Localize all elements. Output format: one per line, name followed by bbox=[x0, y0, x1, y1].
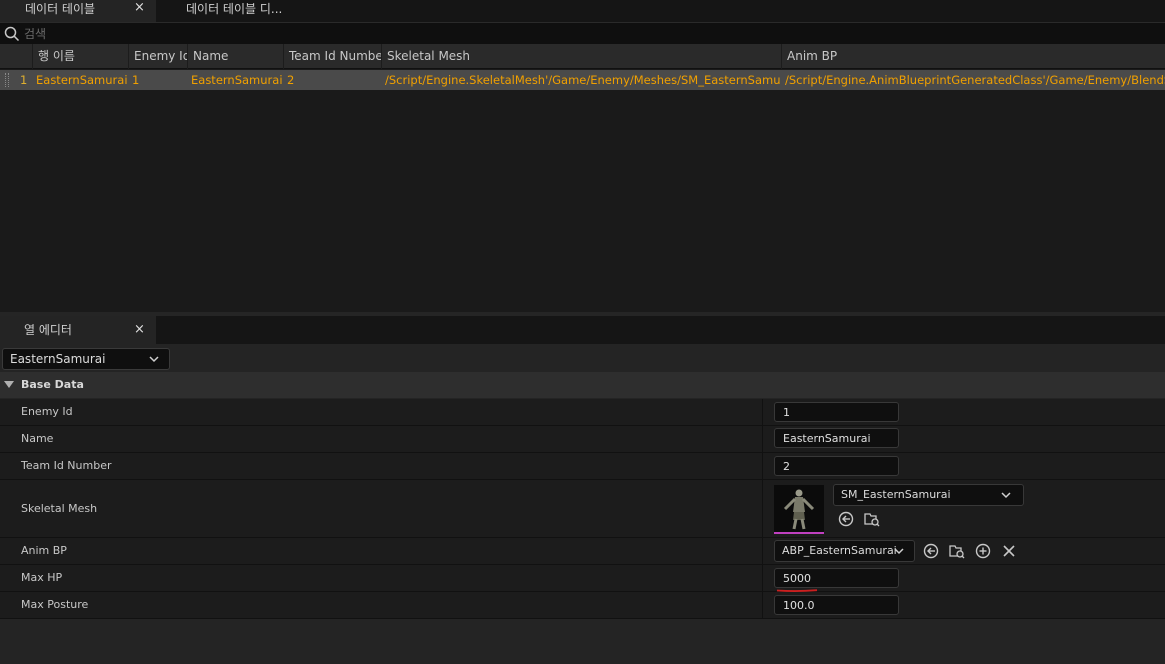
property-label: Name bbox=[21, 432, 54, 445]
column-header-enemy-id[interactable]: Enemy Id bbox=[128, 44, 187, 69]
row-editor-panel: EasternSamurai Base Data Enemy Id Name T… bbox=[0, 344, 1165, 664]
team-id-field[interactable] bbox=[774, 456, 899, 476]
column-header-anim-bp[interactable]: Anim BP bbox=[781, 44, 1165, 69]
max-posture-field[interactable] bbox=[774, 595, 899, 615]
row-editor-tab-strip: 열 에디터 × bbox=[0, 316, 1165, 344]
table-header: 행 이름 Enemy Id Name Team Id Number Skelet… bbox=[0, 44, 1165, 69]
skeletal-mesh-value: SM_EasternSamurai bbox=[841, 488, 951, 501]
chevron-down-icon bbox=[1001, 492, 1011, 499]
property-label: Team Id Number bbox=[21, 459, 112, 472]
clear-icon[interactable] bbox=[1001, 543, 1017, 559]
cell-name: EasternSamurai bbox=[191, 73, 283, 87]
cell-anim-bp: /Script/Engine.AnimBlueprintGeneratedCla… bbox=[785, 73, 1165, 87]
column-header-team-id[interactable]: Team Id Number bbox=[283, 44, 381, 69]
max-hp-field[interactable] bbox=[774, 568, 899, 588]
property-label: Skeletal Mesh bbox=[21, 502, 98, 515]
tab-data-table-details-label: 데이터 테이블 디... bbox=[186, 2, 283, 16]
search-icon bbox=[4, 26, 20, 42]
cell-row-name: EasternSamurai bbox=[36, 73, 128, 87]
enemy-id-field[interactable] bbox=[774, 402, 899, 422]
browse-icon[interactable] bbox=[864, 511, 880, 527]
cell-enemy-id: 1 bbox=[132, 73, 140, 87]
tab-data-table-details[interactable]: 데이터 테이블 디... bbox=[186, 0, 346, 22]
table-row[interactable]: 1 EasternSamurai 1 EasternSamurai 2 /Scr… bbox=[0, 70, 1165, 90]
collapse-arrow-icon[interactable] bbox=[4, 381, 14, 388]
row-name-dropdown[interactable]: EasternSamurai bbox=[2, 348, 170, 370]
property-row-max-posture: Max Posture bbox=[0, 592, 1165, 619]
property-row-team-id: Team Id Number bbox=[0, 453, 1165, 480]
property-row-max-hp: Max HP bbox=[0, 565, 1165, 592]
use-selected-icon[interactable] bbox=[923, 543, 939, 559]
use-selected-icon[interactable] bbox=[838, 511, 854, 527]
property-label: Max Posture bbox=[21, 598, 89, 611]
divider bbox=[762, 565, 763, 591]
document-tab-strip: 데이터 테이블 × 데이터 테이블 디... bbox=[0, 0, 1165, 22]
divider bbox=[762, 480, 763, 537]
row-index: 1 bbox=[20, 73, 28, 87]
divider bbox=[762, 399, 763, 425]
skeletal-mesh-picker[interactable]: SM_EasternSamurai bbox=[833, 484, 1024, 506]
column-header-skeletal-mesh[interactable]: Skeletal Mesh bbox=[381, 44, 781, 69]
chevron-down-icon bbox=[149, 356, 159, 363]
browse-icon[interactable] bbox=[949, 543, 965, 559]
property-label: Enemy Id bbox=[21, 405, 73, 418]
row-name-dropdown-value: EasternSamurai bbox=[10, 352, 106, 366]
property-row-enemy-id: Enemy Id bbox=[0, 399, 1165, 426]
divider bbox=[762, 538, 763, 564]
tab-data-table[interactable]: 데이터 테이블 bbox=[0, 0, 156, 22]
red-annotation-underline bbox=[776, 589, 818, 592]
data-table: 행 이름 Enemy Id Name Team Id Number Skelet… bbox=[0, 44, 1165, 312]
close-icon[interactable]: × bbox=[134, 322, 145, 337]
cell-skeletal-mesh: /Script/Engine.SkeletalMesh'/Game/Enemy/… bbox=[385, 73, 781, 87]
column-header-index bbox=[0, 44, 16, 69]
anim-bp-picker[interactable]: ABP_EasternSamurai bbox=[774, 540, 915, 562]
mesh-thumbnail[interactable] bbox=[774, 485, 824, 534]
tab-row-editor-label: 열 에디터 bbox=[24, 323, 72, 337]
property-label: Max HP bbox=[21, 571, 63, 584]
tab-data-table-label: 데이터 테이블 bbox=[25, 2, 96, 16]
divider bbox=[762, 453, 763, 479]
row-drag-handle[interactable] bbox=[5, 73, 9, 87]
divider bbox=[762, 592, 763, 618]
divider bbox=[762, 426, 763, 452]
section-title: Base Data bbox=[21, 378, 84, 391]
search-bar bbox=[0, 22, 1165, 44]
character-thumbnail-image bbox=[783, 489, 815, 530]
name-field[interactable] bbox=[774, 428, 899, 448]
chevron-down-icon bbox=[894, 548, 904, 555]
cell-team-id: 2 bbox=[287, 73, 295, 87]
close-icon[interactable]: × bbox=[134, 0, 145, 15]
column-header-name[interactable]: Name bbox=[187, 44, 283, 69]
property-row-anim-bp: Anim BP ABP_EasternSamurai bbox=[0, 538, 1165, 565]
anim-bp-value: ABP_EasternSamurai bbox=[782, 544, 897, 557]
column-header-row-name[interactable]: 행 이름 bbox=[32, 44, 128, 69]
property-row-skeletal-mesh: Skeletal Mesh SM_EasternSamurai bbox=[0, 480, 1165, 538]
search-input[interactable] bbox=[24, 23, 1154, 44]
tab-row-editor[interactable]: 열 에디터 bbox=[0, 316, 156, 344]
add-icon[interactable] bbox=[975, 543, 991, 559]
section-base-data[interactable]: Base Data bbox=[0, 372, 1165, 398]
property-label: Anim BP bbox=[21, 544, 67, 557]
property-row-name: Name bbox=[0, 426, 1165, 453]
